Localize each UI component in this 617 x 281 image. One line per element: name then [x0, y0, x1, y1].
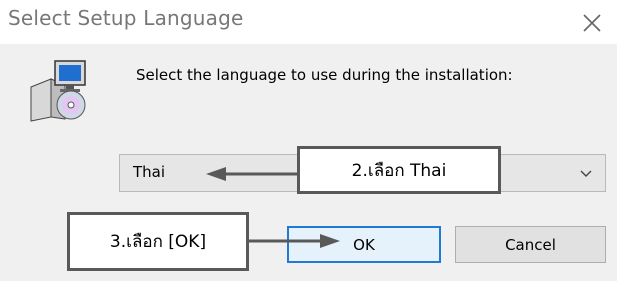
cancel-button[interactable]: Cancel [455, 226, 606, 263]
ok-callout: 3.เลือก [OK] [67, 212, 249, 271]
close-icon[interactable] [581, 12, 603, 34]
ok-button[interactable]: OK [287, 226, 441, 263]
setup-installer-icon [25, 57, 91, 123]
select-callout: 2.เลือก Thai [297, 146, 501, 194]
language-select-value: Thai [133, 163, 166, 181]
language-prompt: Select the language to use during the in… [136, 66, 513, 84]
title-bar: Select Setup Language [0, 0, 617, 44]
window-title: Select Setup Language [8, 6, 244, 30]
chevron-down-icon[interactable] [579, 166, 593, 180]
